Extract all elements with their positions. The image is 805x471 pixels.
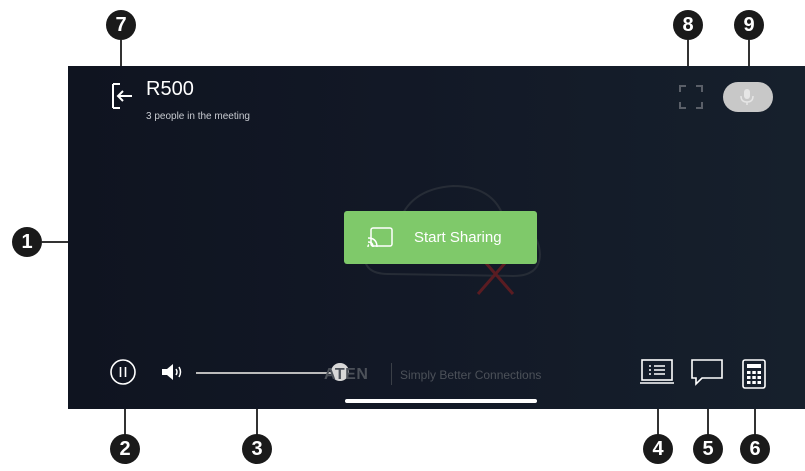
brand-divider: [391, 363, 392, 385]
room-title: R500: [146, 78, 194, 100]
callout-6: 6: [740, 434, 770, 464]
callout-5: 5: [693, 434, 723, 464]
exit-icon[interactable]: [110, 82, 134, 110]
presentation-icon[interactable]: [640, 358, 674, 386]
callout-1-leader: [42, 241, 68, 243]
callout-3: 3: [242, 434, 272, 464]
chat-icon[interactable]: [690, 358, 724, 386]
home-indicator-bar[interactable]: [345, 399, 537, 403]
callout-8: 8: [673, 10, 703, 40]
callout-4: 4: [643, 434, 673, 464]
keypad-icon[interactable]: [741, 358, 767, 390]
callout-2-leader: [124, 409, 126, 435]
brand-tagline: Simply Better Connections: [400, 368, 542, 382]
start-sharing-button[interactable]: Start Sharing: [344, 211, 537, 264]
callout-9-leader: [748, 40, 750, 66]
microphone-icon: [740, 89, 754, 105]
fullscreen-icon[interactable]: [678, 84, 704, 110]
microphone-toggle[interactable]: [723, 82, 773, 112]
meeting-screen: R500 3 people in the meeting Start Shari…: [68, 66, 805, 409]
participant-count: 3 people in the meeting: [146, 111, 250, 122]
cast-icon: [367, 226, 393, 247]
aten-logo: ATEN: [324, 366, 369, 383]
start-sharing-label: Start Sharing: [414, 229, 502, 246]
callout-2: 2: [110, 434, 140, 464]
pause-icon[interactable]: [109, 358, 137, 386]
callout-3-leader: [256, 409, 258, 435]
callout-7: 7: [106, 10, 136, 40]
callout-9: 9: [734, 10, 764, 40]
callout-1: 1: [12, 227, 42, 257]
callout-8-leader: [687, 40, 689, 66]
callout-7-leader: [120, 40, 122, 66]
speaker-icon[interactable]: [160, 362, 186, 382]
